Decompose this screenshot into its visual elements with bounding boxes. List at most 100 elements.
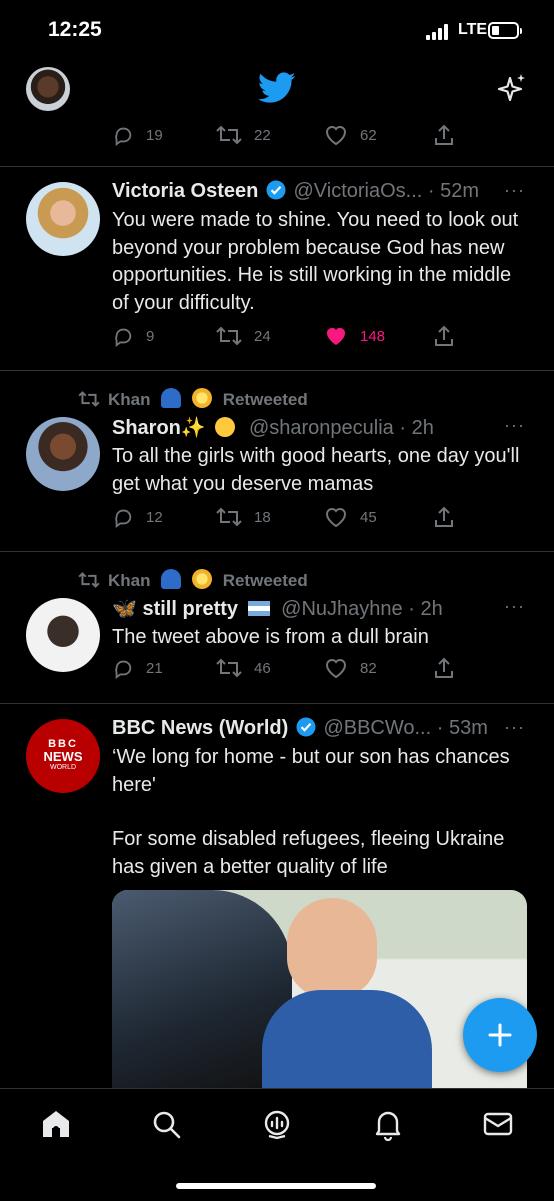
notifications-icon[interactable] — [371, 1107, 405, 1141]
tweet-text: ‘We long for home - but our son has chan… — [112, 744, 532, 881]
status-time: 12:25 — [48, 18, 102, 41]
status-bar: 12:25 LTE — [0, 0, 554, 60]
like-button[interactable]: 148 — [324, 325, 385, 347]
tweet-text: To all the girls with good hearts, one d… — [112, 445, 520, 495]
separator: · — [427, 180, 435, 202]
author-handle[interactable]: @sharonpeculia — [249, 417, 394, 439]
reply-icon — [115, 127, 132, 146]
retweet-button[interactable]: 24 — [216, 325, 271, 347]
world-logo-text: WORLD — [49, 764, 77, 771]
reply-icon — [115, 509, 132, 528]
cap-emoji — [161, 388, 182, 408]
bottom-tab-bar — [0, 1088, 554, 1201]
share-button[interactable] — [434, 506, 466, 528]
tweet[interactable]: Khan Retweeted 🦋 still pretty @NuJhayhne… — [0, 551, 554, 704]
reply-button[interactable]: 19 — [112, 124, 163, 146]
tweet-header: BBC News (World) @BBCWo... · 53m — [112, 717, 488, 740]
tweet-time: 2h — [420, 598, 443, 620]
retweet-icon — [216, 125, 242, 145]
tweet-actions: 9 24 148 — [112, 325, 532, 355]
more-options-icon[interactable]: ··· — [504, 596, 525, 617]
messages-icon[interactable] — [481, 1107, 515, 1141]
news-logo-text: NEWS — [43, 749, 83, 764]
avatar[interactable] — [26, 598, 100, 672]
share-button[interactable] — [434, 657, 466, 679]
tweet-header: Sharon✨ @sharonpeculia · 2h — [112, 415, 434, 440]
twitter-bird-icon[interactable] — [258, 72, 296, 104]
reply-icon — [115, 660, 132, 679]
sparkle-icon[interactable] — [496, 72, 528, 104]
tweet-text: The tweet above is from a dull brain — [112, 626, 429, 648]
like-button[interactable]: 62 — [324, 124, 377, 146]
compose-tweet-button[interactable] — [463, 998, 537, 1072]
star-emoji — [191, 569, 212, 589]
heart-icon — [325, 659, 347, 679]
avatar[interactable] — [26, 182, 100, 256]
more-options-icon[interactable]: ··· — [504, 717, 525, 738]
author-handle[interactable]: @BBCWo... — [323, 717, 431, 739]
author-name[interactable]: Victoria Osteen — [112, 180, 258, 202]
retweet-button[interactable]: 18 — [216, 506, 271, 528]
tweet-media-image[interactable] — [112, 890, 527, 1090]
share-icon — [435, 325, 453, 346]
tweet[interactable]: Victoria Osteen @VictoriaOs... · 52m ···… — [0, 166, 554, 371]
reply-icon — [115, 328, 132, 347]
tweet-header: 🦋 still pretty @NuJhayhne · 2h — [112, 596, 443, 621]
verified-icon — [296, 717, 316, 737]
retweet-icon — [78, 572, 100, 588]
share-icon — [435, 124, 453, 145]
tweet-time: 52m — [440, 180, 480, 202]
tweet[interactable]: Khan Retweeted Sharon✨ @sharonpeculia · … — [0, 370, 554, 552]
more-options-icon[interactable]: ··· — [504, 415, 525, 436]
sparkles-emoji: ✨ — [180, 417, 206, 439]
search-icon[interactable] — [149, 1107, 183, 1141]
author-handle[interactable]: @NuJhayhne — [281, 598, 402, 620]
tweet-time: 2h — [411, 417, 434, 439]
like-button[interactable]: 82 — [324, 657, 377, 679]
tweet-actions: 21 46 82 — [112, 657, 532, 687]
author-name[interactable]: Sharon — [112, 417, 181, 439]
retweet-icon — [216, 658, 242, 678]
tweet-actions: 12 18 45 — [112, 506, 532, 536]
signal-icon — [426, 24, 452, 40]
author-name[interactable]: still pretty — [142, 598, 238, 620]
author-name[interactable]: BBC News (World) — [112, 717, 288, 739]
home-icon[interactable] — [39, 1107, 73, 1141]
verified-icon — [266, 180, 286, 200]
retweet-icon — [78, 391, 100, 407]
tweet-text-line: ‘We long for home - but our son has chan… — [112, 746, 510, 796]
tweet-time: 53m — [448, 717, 488, 739]
share-button[interactable] — [434, 124, 466, 146]
avatar[interactable]: BBC NEWS WORLD — [26, 719, 100, 793]
heart-icon — [325, 508, 347, 528]
top-bar — [0, 60, 554, 122]
cap-emoji — [161, 569, 182, 589]
plus-icon — [488, 1023, 512, 1047]
more-options-icon[interactable]: ··· — [504, 180, 525, 201]
retweet-icon — [216, 507, 242, 527]
separator: · — [408, 598, 415, 620]
share-button[interactable] — [434, 325, 466, 347]
network-label: LTE — [458, 21, 488, 38]
like-button[interactable]: 45 — [324, 506, 377, 528]
smiling-emoji — [215, 417, 236, 437]
retweeted-by: Khan Retweeted — [78, 388, 308, 410]
reply-button[interactable]: 9 — [112, 325, 154, 347]
tweet[interactable]: 19 22 62 — [0, 122, 554, 167]
avatar[interactable] — [26, 417, 100, 491]
tweet-text: You were made to shine. You need to look… — [112, 209, 519, 314]
reply-button[interactable]: 21 — [112, 657, 163, 679]
heart-icon — [327, 328, 345, 345]
share-icon — [435, 657, 453, 678]
tweet-text-line: For some disabled refugees, fleeing Ukra… — [112, 828, 505, 878]
heart-icon — [325, 126, 347, 146]
author-handle[interactable]: @VictoriaOs... — [293, 180, 422, 202]
profile-avatar[interactable] — [26, 67, 70, 111]
retweet-button[interactable]: 46 — [216, 657, 271, 679]
flag-emoji — [247, 601, 270, 616]
retweeted-by: Khan Retweeted — [78, 569, 308, 591]
reply-button[interactable]: 12 — [112, 506, 163, 528]
retweet-button[interactable]: 22 — [216, 124, 271, 146]
spaces-icon[interactable] — [260, 1107, 294, 1141]
home-indicator — [176, 1183, 376, 1189]
